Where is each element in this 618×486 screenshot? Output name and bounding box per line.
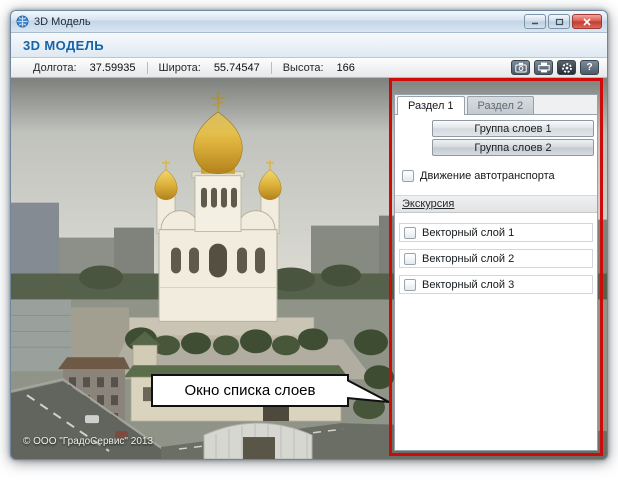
layer-group-1-button[interactable]: Группа слоев 1 (432, 120, 594, 137)
tab-razdel-2[interactable]: Раздел 2 (467, 96, 535, 114)
camera-button[interactable] (511, 60, 530, 75)
printer-icon (538, 62, 550, 73)
checkbox-traffic[interactable] (402, 170, 414, 182)
titlebar[interactable]: 3D Модель (11, 11, 607, 33)
checkbox-vector-3[interactable] (404, 279, 416, 291)
callout-arrow-icon (347, 376, 391, 406)
longitude-readout: Долгота: 37.59935 (33, 62, 136, 74)
layer-label: Векторный слой 1 (422, 227, 514, 239)
checkbox-vector-1[interactable] (404, 227, 416, 239)
callout-text: Окно списка слоев (184, 382, 315, 399)
annotation-box: Раздел 1 Раздел 2 Группа слоев 1 Группа … (389, 78, 603, 456)
layer-row-vector-2[interactable]: Векторный слой 2 (399, 249, 593, 268)
app-window: 3D Модель 3D МОДЕЛЬ Долгота: 37.59935 Ши… (10, 10, 608, 460)
tab-razdel-1[interactable]: Раздел 1 (397, 96, 465, 115)
layer-label: Векторный слой 2 (422, 253, 514, 265)
layer-row-vector-1[interactable]: Векторный слой 1 (399, 223, 593, 242)
window-title: 3D Модель (34, 16, 91, 28)
help-button[interactable]: ? (580, 60, 599, 75)
panel-tabs: Раздел 1 Раздел 2 (395, 95, 597, 115)
app-icon (16, 15, 29, 28)
layer-row-vector-3[interactable]: Векторный слой 3 (399, 275, 593, 294)
settings-button[interactable] (557, 60, 576, 75)
help-icon: ? (586, 63, 592, 73)
maximize-button[interactable] (548, 14, 570, 29)
close-icon (583, 18, 591, 26)
hangar (204, 423, 312, 459)
minimize-button[interactable] (524, 14, 546, 29)
maximize-icon (555, 18, 564, 26)
latitude-readout: Широта: 55.74547 (159, 62, 260, 74)
copyright: © ООО "ГрадоСервис" 2013 (23, 436, 153, 447)
layer-row-traffic[interactable]: Движение автотранспорта (398, 166, 594, 185)
toolbar: Долгота: 37.59935 Широта: 55.74547 Высот… (11, 58, 607, 78)
layer-group-2-button[interactable]: Группа слоев 2 (432, 139, 594, 156)
excursion-link[interactable]: Экскурсия (402, 198, 454, 210)
toolbar-buttons: ? (511, 60, 599, 75)
divider (271, 62, 272, 74)
layers-panel: Раздел 1 Раздел 2 Группа слоев 1 Группа … (394, 94, 598, 451)
excursion-row[interactable]: Экскурсия (395, 195, 597, 213)
minimize-icon (531, 18, 539, 25)
page-title: 3D МОДЕЛЬ (23, 38, 104, 53)
viewport-area: © ООО "ГрадоСервис" 2013 Окно списка сло… (11, 78, 607, 459)
callout-label: Окно списка слоев (151, 374, 349, 407)
camera-icon (515, 62, 527, 73)
print-button[interactable] (534, 60, 553, 75)
window-controls (524, 14, 602, 29)
layer-label: Движение автотранспорта (420, 170, 555, 182)
gear-icon (561, 62, 573, 74)
divider (147, 62, 148, 74)
layer-label: Векторный слой 3 (422, 279, 514, 291)
close-button[interactable] (572, 14, 602, 29)
app-header: 3D МОДЕЛЬ (11, 33, 607, 58)
checkbox-vector-2[interactable] (404, 253, 416, 265)
panel-body: Группа слоев 1 Группа слоев 2 Движение а… (395, 115, 597, 450)
altitude-readout: Высота: 166 (283, 62, 355, 74)
